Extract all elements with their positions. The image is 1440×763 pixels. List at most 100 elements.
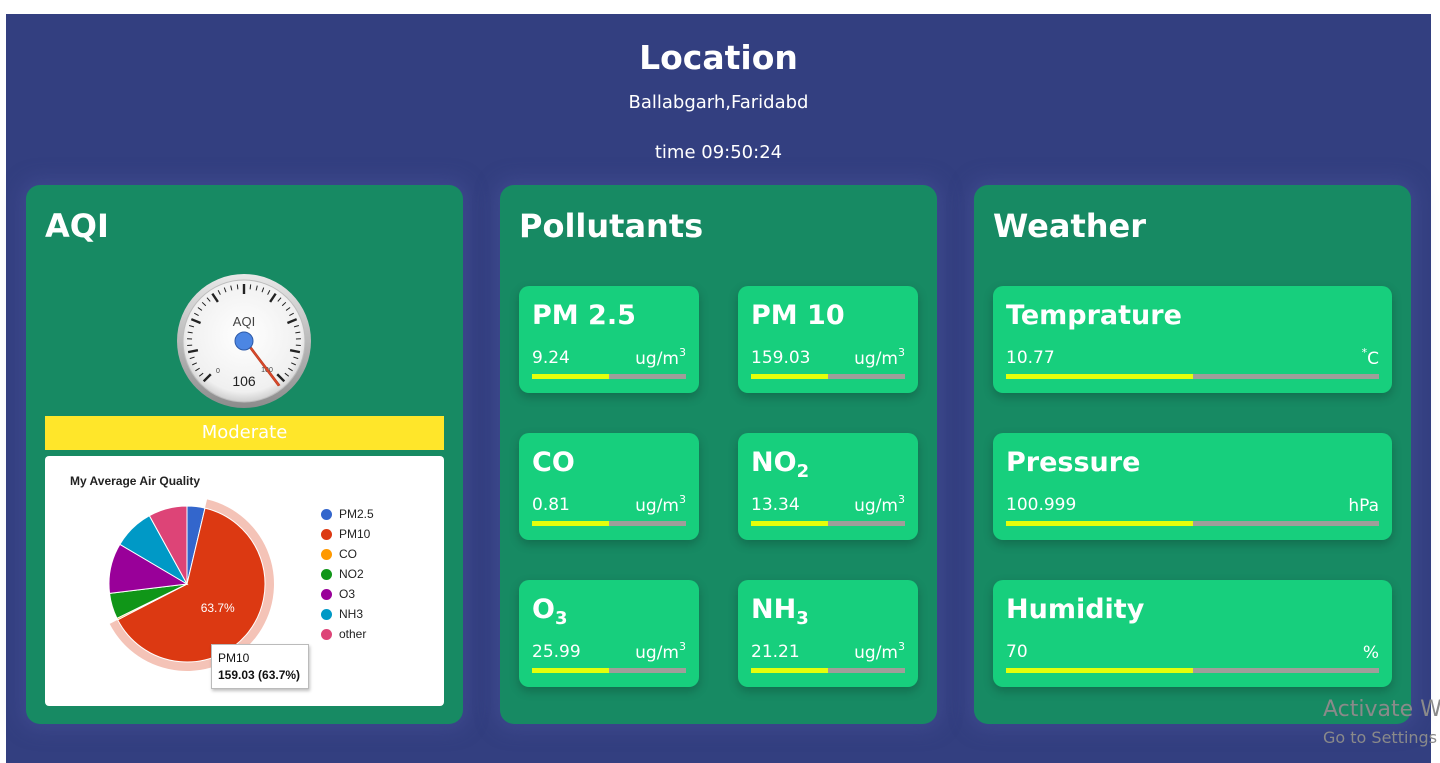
weather-level-fill xyxy=(1006,521,1193,526)
unit-text: C xyxy=(1367,349,1379,369)
legend-item[interactable]: NH3 xyxy=(321,604,374,624)
pollutant-level-bar xyxy=(751,668,905,673)
unit-superscript: 3 xyxy=(898,346,905,359)
pollutant-level-fill xyxy=(532,521,609,526)
weather-unit: % xyxy=(1363,640,1379,663)
weather-level-bar xyxy=(1006,668,1379,673)
gauge-hub xyxy=(234,331,254,351)
legend-item[interactable]: NO2 xyxy=(321,564,374,584)
legend-item[interactable]: other xyxy=(321,624,374,644)
pollutant-name-subscript: 3 xyxy=(796,608,809,629)
pollutant-value: 21.21 xyxy=(751,642,800,662)
gauge-minor-tick xyxy=(236,284,239,290)
pollutant-name: NO2 xyxy=(751,447,809,482)
legend-label: other xyxy=(339,627,367,641)
pie-slice-percent-label: 63.7% xyxy=(201,601,235,615)
legend-color-dot xyxy=(321,588,332,600)
pollutant-value: 159.03 xyxy=(751,348,811,368)
watermark-line2: Go to Settings xyxy=(1323,728,1438,747)
pollutant-level-bar xyxy=(751,374,905,379)
unit-text: % xyxy=(1362,643,1379,663)
weather-level-fill xyxy=(1006,668,1193,673)
weather-unit: hPa xyxy=(1348,493,1379,516)
legend-label: O3 xyxy=(339,587,356,601)
pollutant-name-text: O xyxy=(532,594,555,625)
pollutant-name-subscript: 3 xyxy=(554,608,568,629)
pollutant-level-fill xyxy=(532,374,609,379)
aqi-gauge: AQI 0 100 106 xyxy=(177,274,311,408)
weather-level-bar xyxy=(1006,521,1379,526)
dashboard-frame: Location Ballabgarh,Faridabd time 09:50:… xyxy=(6,14,1431,763)
legend-color-dot xyxy=(321,528,332,540)
pollutant-name-subscript: 2 xyxy=(796,461,810,482)
weather-level-bar xyxy=(1006,374,1379,379)
legend-color-dot xyxy=(321,548,332,560)
pollutant-card: PM 2.5 9.24 ug/m3 xyxy=(519,286,699,393)
legend-label: NO2 xyxy=(339,567,364,581)
pollutant-value: 0.81 xyxy=(532,495,570,515)
weather-panel-title: Weather xyxy=(993,207,1147,245)
legend-color-dot xyxy=(321,628,332,640)
pollutant-name: O3 xyxy=(532,594,567,629)
pollutant-level-fill xyxy=(751,521,828,526)
aqi-panel-title: AQI xyxy=(45,207,109,245)
pollutant-card: NO2 13.34 ug/m3 xyxy=(738,433,918,540)
legend-item[interactable]: CO xyxy=(321,544,374,564)
legend-item[interactable]: PM10 xyxy=(321,524,374,544)
unit-superscript: 3 xyxy=(679,640,686,653)
weather-name: Temprature xyxy=(1006,300,1182,331)
weather-name: Humidity xyxy=(1006,594,1145,625)
unit-text: ug/m xyxy=(854,496,898,516)
gauge-value: 106 xyxy=(232,373,256,389)
unit-text: hPa xyxy=(1348,496,1379,516)
weather-panel: Weather Temprature 10.77 *C Pressure 100.999… xyxy=(974,185,1411,724)
pollutant-level-bar xyxy=(532,521,686,526)
pollutant-name-text: PM 10 xyxy=(751,300,845,331)
pie-chart-title: My Average Air Quality xyxy=(70,474,201,488)
legend-color-dot xyxy=(321,608,332,620)
unit-text: ug/m xyxy=(635,643,679,663)
weather-value: 10.77 xyxy=(1006,348,1055,368)
pollutant-value: 13.34 xyxy=(751,495,800,515)
weather-name: Pressure xyxy=(1006,447,1141,478)
tooltip-name: PM10 xyxy=(218,651,250,665)
weather-value: 70 xyxy=(1006,642,1028,662)
windows-activation-watermark: Activate W Go to Settings xyxy=(1323,697,1440,747)
legend-label: PM10 xyxy=(339,527,371,541)
unit-text: ug/m xyxy=(635,349,679,369)
pollutant-unit: ug/m3 xyxy=(635,346,686,369)
current-time: time 09:50:24 xyxy=(654,142,783,163)
location-title: Location xyxy=(639,38,798,77)
pie-tooltip: PM10 159.03 (63.7%) xyxy=(211,644,309,689)
pollutant-level-bar xyxy=(532,374,686,379)
pollutant-level-fill xyxy=(751,668,828,673)
unit-superscript: 3 xyxy=(679,346,686,359)
pollutant-name-text: NO xyxy=(751,447,797,478)
gauge-minor-tick xyxy=(249,284,252,290)
pollutant-name-text: CO xyxy=(532,447,575,478)
legend-item[interactable]: PM2.5 xyxy=(321,504,374,524)
weather-level-fill xyxy=(1006,374,1193,379)
pollutant-name-text: PM 2.5 xyxy=(532,300,636,331)
weather-card: Pressure 100.999 hPa xyxy=(993,433,1392,540)
pollutant-name: NH3 xyxy=(751,594,809,629)
unit-text: ug/m xyxy=(854,643,898,663)
air-quality-pie-card: 63.7% My Average Air Quality PM2.5 PM10 CO… xyxy=(45,456,444,706)
pollutant-level-fill xyxy=(751,374,828,379)
pollutant-name-text: NH xyxy=(751,594,797,625)
tooltip-value: 159.03 (63.7%) xyxy=(218,668,301,682)
weather-card: Humidity 70% xyxy=(993,580,1392,687)
pollutant-level-fill xyxy=(532,668,609,673)
pollutants-panel: Pollutants PM 2.5 9.24 ug/m3 PM 10 159.03 ug/… xyxy=(500,185,937,724)
legend-color-dot xyxy=(321,508,332,520)
unit-superscript: 3 xyxy=(898,640,905,653)
unit-superscript: 3 xyxy=(898,493,905,506)
pollutant-level-bar xyxy=(751,521,905,526)
legend-color-dot xyxy=(321,568,332,580)
pollutant-value: 25.99 xyxy=(532,642,581,662)
unit-text: ug/m xyxy=(854,349,898,369)
location-name: Ballabgarh,Faridabd xyxy=(628,92,809,113)
legend-item[interactable]: O3 xyxy=(321,584,374,604)
legend-label: PM2.5 xyxy=(339,507,374,521)
weather-unit: *C xyxy=(1362,346,1379,369)
